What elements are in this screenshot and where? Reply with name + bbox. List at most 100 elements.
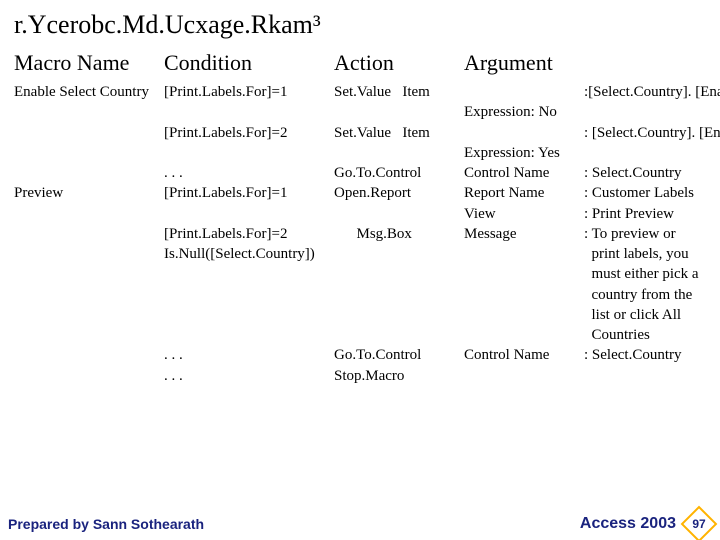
header-condition: Condition: [164, 50, 334, 76]
argument-label: Control Name: [464, 345, 584, 365]
macro-table: Enable Select Country[Print.Labels.For]=…: [14, 82, 706, 386]
argument-label: Expression: Yes: [464, 143, 584, 163]
table-row: Expression: No: [14, 102, 706, 122]
cell-macro: [14, 264, 164, 284]
argument-value: : [Select.Country]. [Enabled]: [584, 123, 720, 143]
cell-condition: [164, 204, 334, 224]
argument-value: [584, 366, 706, 386]
cell-condition: . . .: [164, 366, 334, 386]
cell-argument: Control Name: Select.Country: [464, 163, 706, 183]
cell-action: [334, 143, 464, 163]
cell-argument: Report Name: Customer Labels: [464, 183, 706, 203]
table-row: Countries: [14, 325, 706, 345]
cell-macro: [14, 305, 164, 325]
cell-action: Set.Value Item: [334, 123, 464, 143]
footer: Prepared by Sann Sothearath Access 2003 …: [0, 512, 720, 540]
cell-action: Msg.Box: [334, 224, 464, 244]
cell-argument: print labels, you: [464, 244, 706, 264]
cell-condition: . . .: [164, 345, 334, 365]
cell-condition: [Print.Labels.For]=2: [164, 224, 334, 244]
cell-argument: must either pick a: [464, 264, 706, 284]
cell-macro: [14, 204, 164, 224]
argument-value: country from the: [584, 285, 706, 305]
table-row: list or click All: [14, 305, 706, 325]
cell-condition: [164, 264, 334, 284]
argument-label: Control Name: [464, 163, 584, 183]
page-number: 97: [686, 511, 712, 537]
cell-condition: [164, 143, 334, 163]
argument-value: : Select.Country: [584, 163, 706, 183]
argument-label: View: [464, 204, 584, 224]
cell-argument: Countries: [464, 325, 706, 345]
argument-label: [464, 325, 584, 345]
header-argument: Argument: [464, 50, 706, 76]
cell-macro: [14, 123, 164, 143]
table-row: Preview[Print.Labels.For]=1Open.ReportRe…: [14, 183, 706, 203]
argument-label: [464, 264, 584, 284]
cell-condition: [Print.Labels.For]=1: [164, 82, 334, 102]
cell-argument: View: Print Preview: [464, 204, 706, 224]
slide-title: r.Ycerobc.Md.Ucxage.Rkam³: [14, 10, 706, 40]
cell-action: [334, 305, 464, 325]
table-row: . . .Stop.Macro: [14, 366, 706, 386]
cell-action: Open.Report: [334, 183, 464, 203]
argument-label: Expression: No: [464, 102, 584, 122]
cell-action: [334, 325, 464, 345]
header-macro: Macro Name: [14, 50, 164, 76]
cell-macro: [14, 224, 164, 244]
cell-action: [334, 244, 464, 264]
cell-action: Go.To.Control: [334, 345, 464, 365]
cell-macro: [14, 325, 164, 345]
table-row: country from the: [14, 285, 706, 305]
table-row: must either pick a: [14, 264, 706, 284]
argument-value: list or click All: [584, 305, 706, 325]
argument-value: print labels, you: [584, 244, 706, 264]
argument-value: must either pick a: [584, 264, 706, 284]
cell-condition: Is.Null([Select.Country]): [164, 244, 334, 264]
cell-argument: [464, 366, 706, 386]
cell-macro: [14, 102, 164, 122]
argument-label: [464, 244, 584, 264]
argument-label: [464, 366, 584, 386]
cell-action: [334, 285, 464, 305]
cell-macro: [14, 244, 164, 264]
cell-condition: [164, 305, 334, 325]
argument-value: [584, 102, 706, 122]
cell-argument: Expression: Yes: [464, 143, 706, 163]
table-row: [Print.Labels.For]=2Set.Value Item: [Sel…: [14, 123, 706, 143]
cell-condition: [164, 325, 334, 345]
footer-prepared-by: Prepared by Sann Sothearath: [8, 516, 204, 532]
argument-value: :[Select.Country]. [Enabled]: [584, 82, 720, 102]
cell-action: [334, 264, 464, 284]
cell-macro: Enable Select Country: [14, 82, 164, 102]
cell-condition: [164, 285, 334, 305]
cell-macro: [14, 285, 164, 305]
argument-label: [464, 285, 584, 305]
table-row: [Print.Labels.For]=2 Msg.BoxMessage: To …: [14, 224, 706, 244]
argument-label: [464, 82, 584, 102]
cell-macro: [14, 163, 164, 183]
table-row: Enable Select Country[Print.Labels.For]=…: [14, 82, 706, 102]
argument-value: : Customer Labels: [584, 183, 706, 203]
cell-macro: [14, 345, 164, 365]
table-row: . . .Go.To.ControlControl Name: Select.C…: [14, 345, 706, 365]
argument-label: [464, 305, 584, 325]
cell-argument: country from the: [464, 285, 706, 305]
argument-label: Report Name: [464, 183, 584, 203]
cell-macro: Preview: [14, 183, 164, 203]
argument-value: : Print Preview: [584, 204, 706, 224]
cell-action: Set.Value Item: [334, 82, 464, 102]
argument-label: Message: [464, 224, 584, 244]
cell-condition: . . .: [164, 163, 334, 183]
argument-label: [464, 123, 584, 143]
cell-action: [334, 102, 464, 122]
cell-macro: [14, 143, 164, 163]
table-row: View: Print Preview: [14, 204, 706, 224]
argument-value: : Select.Country: [584, 345, 706, 365]
argument-value: : To preview or: [584, 224, 706, 244]
cell-argument: Message: To preview or: [464, 224, 706, 244]
cell-argument: : [Select.Country]. [Enabled]: [464, 123, 720, 143]
cell-condition: [Print.Labels.For]=2: [164, 123, 334, 143]
cell-action: Go.To.Control: [334, 163, 464, 183]
table-row: Expression: Yes: [14, 143, 706, 163]
